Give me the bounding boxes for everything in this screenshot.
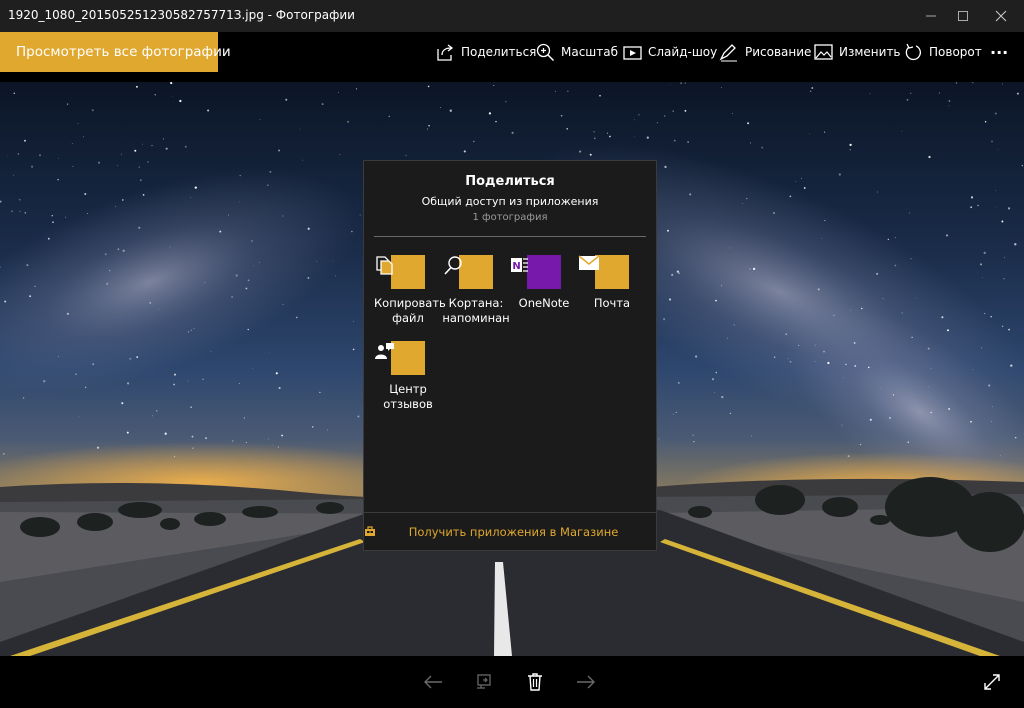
mail-icon bbox=[578, 255, 629, 289]
share-app-label: OneNote bbox=[518, 296, 570, 310]
get-apps-in-store-link[interactable]: Получить приложения в Магазине bbox=[364, 525, 656, 539]
store-icon bbox=[365, 526, 375, 536]
share-app-label: Почта bbox=[593, 296, 631, 310]
window-title: 1920_1080_20150525123058275771З.jpg - Фо… bbox=[8, 8, 355, 22]
view-all-photos-button[interactable]: Просмотреть все фотографии bbox=[0, 32, 231, 72]
more-button[interactable]: ··· bbox=[990, 40, 1008, 64]
share-panel: Поделиться Общий доступ из приложения 1 … bbox=[363, 160, 657, 551]
rotate-button[interactable]: Поворот bbox=[904, 40, 982, 64]
close-button[interactable] bbox=[978, 0, 1024, 32]
onenote-icon: N bbox=[511, 255, 561, 289]
maximize-icon bbox=[958, 11, 968, 21]
edit-photo-icon bbox=[814, 43, 833, 60]
share-app-cortana[interactable]: Кортана: напоминан bbox=[442, 255, 510, 326]
share-subtitle: Общий доступ из приложения bbox=[421, 195, 599, 208]
share-app-onenote[interactable]: N OneNote bbox=[510, 255, 578, 311]
slideshow-label: Слайд-шоу bbox=[648, 45, 718, 59]
get-apps-in-store-label: Получить приложения в Магазине bbox=[408, 525, 619, 539]
svg-text:N: N bbox=[512, 261, 520, 272]
next-button[interactable] bbox=[570, 666, 602, 698]
share-count: 1 фотография bbox=[472, 212, 548, 223]
draw-button[interactable]: Рисование bbox=[719, 40, 811, 64]
copy-file-icon bbox=[376, 255, 425, 289]
share-app-label: Кортана: напоминан bbox=[442, 296, 510, 325]
edit-button[interactable]: Изменить bbox=[814, 40, 901, 64]
title-bar: 1920_1080_20150525123058275771З.jpg - Фо… bbox=[0, 0, 1024, 32]
cortana-search-icon bbox=[444, 255, 493, 289]
share-divider bbox=[374, 236, 646, 237]
share-app-label: Копировать файл bbox=[374, 296, 446, 325]
zoom-icon bbox=[536, 43, 555, 61]
feedback-hub-icon bbox=[375, 341, 425, 375]
delete-button[interactable] bbox=[519, 666, 551, 698]
bottom-bar bbox=[0, 656, 1024, 708]
share-app-label: Центр отзывов bbox=[383, 382, 433, 411]
zoom-button[interactable]: Масштаб bbox=[536, 40, 618, 64]
arrow-left-icon bbox=[424, 675, 442, 689]
command-bar: Просмотреть все фотографии Поделиться Ма… bbox=[0, 32, 1024, 82]
arrow-right-icon bbox=[577, 675, 595, 689]
photo-viewer[interactable]: Поделиться Общий доступ из приложения 1 … bbox=[0, 82, 1024, 656]
expand-icon bbox=[984, 674, 1000, 690]
set-as-icon bbox=[477, 674, 491, 689]
set-as-button[interactable] bbox=[468, 666, 500, 698]
pen-icon bbox=[719, 43, 737, 61]
view-all-photos-label: Просмотреть все фотографии bbox=[16, 44, 231, 60]
close-icon bbox=[995, 10, 1007, 22]
slideshow-button[interactable]: Слайд-шоу bbox=[623, 40, 717, 64]
share-icon bbox=[437, 43, 454, 61]
slideshow-icon bbox=[623, 45, 642, 60]
zoom-label: Масштаб bbox=[561, 45, 619, 59]
more-icon: ··· bbox=[990, 42, 1009, 62]
full-screen-button[interactable] bbox=[976, 666, 1008, 698]
share-app-mail[interactable]: Почта bbox=[578, 255, 646, 311]
rotate-icon bbox=[905, 43, 921, 60]
minimize-icon bbox=[926, 15, 936, 17]
draw-label: Рисование bbox=[745, 45, 812, 59]
share-label: Поделиться bbox=[461, 45, 537, 59]
share-app-feedback-hub[interactable]: Центр отзывов bbox=[374, 341, 442, 412]
previous-button[interactable] bbox=[417, 666, 449, 698]
rotate-label: Поворот bbox=[929, 45, 982, 59]
share-button[interactable]: Поделиться bbox=[436, 40, 536, 64]
share-title: Поделиться bbox=[465, 174, 555, 189]
share-app-copy-file[interactable]: Копировать файл bbox=[374, 255, 446, 326]
share-footer-divider bbox=[364, 512, 656, 513]
trash-icon bbox=[528, 673, 542, 691]
edit-label: Изменить bbox=[839, 45, 901, 59]
